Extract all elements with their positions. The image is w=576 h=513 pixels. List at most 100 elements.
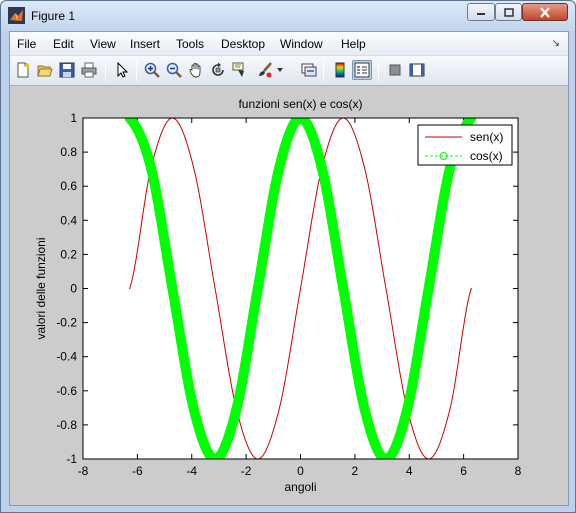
- y-tick-label: -0.4: [56, 350, 77, 364]
- link-plot-button[interactable]: [299, 60, 319, 80]
- data-point: [316, 162, 327, 173]
- print-button[interactable]: [79, 60, 99, 80]
- hide-plot-tools-icon: [389, 64, 401, 76]
- title-bar[interactable]: Figure 1: [1, 1, 575, 31]
- data-point: [274, 162, 285, 173]
- menu-desktop[interactable]: Desktop: [221, 37, 265, 51]
- x-tick-label: 6: [460, 464, 467, 478]
- hide-plot-tools-button[interactable]: [385, 60, 405, 80]
- figure-canvas: -8 -6 -4 -2 0 2 4 6 8 -1 -0.8 -0.6 -0.4 -0.2 0 0.2 0.4 0.…: [10, 87, 568, 505]
- menu-help[interactable]: Help: [341, 37, 366, 51]
- data-point: [402, 404, 413, 415]
- new-figure-button[interactable]: [13, 60, 33, 80]
- dropdown-arrow-icon: [277, 68, 283, 72]
- x-tick-label: 0: [297, 464, 304, 478]
- data-point: [214, 288, 216, 289]
- y-axis-label: valori delle funzioni: [34, 237, 48, 339]
- brush-dropdown-button[interactable]: [275, 60, 285, 80]
- y-tick-label: -0.6: [56, 384, 77, 398]
- close-icon: [540, 6, 550, 18]
- x-tick-label: 4: [406, 464, 413, 478]
- menu-insert[interactable]: Insert: [130, 37, 160, 51]
- menu-tools[interactable]: Tools: [176, 37, 204, 51]
- maximize-button[interactable]: [495, 3, 522, 21]
- y-tick-label: 1: [70, 111, 77, 125]
- matlab-logo-icon: [8, 7, 25, 24]
- data-point: [359, 404, 370, 415]
- plot-svg[interactable]: -8 -6 -4 -2 0 2 4 6 8 -1 -0.8 -0.6 -0.4 -0.2 0 0.2 0.4 0.…: [10, 87, 568, 505]
- pan-button[interactable]: [186, 60, 206, 80]
- close-button[interactable]: [522, 3, 568, 21]
- brush-button[interactable]: [255, 60, 275, 80]
- minimize-button[interactable]: [467, 3, 495, 21]
- data-point: [193, 167, 195, 169]
- data-point: [252, 283, 263, 294]
- insert-legend-button[interactable]: [352, 60, 372, 80]
- colorbar-icon: [335, 62, 345, 78]
- brush-icon: [259, 62, 272, 78]
- data-point: [338, 283, 349, 294]
- show-plot-tools-button[interactable]: [407, 60, 427, 80]
- window-title: Figure 1: [31, 9, 76, 23]
- open-file-icon: [37, 65, 53, 77]
- y-tick-label: 0.6: [60, 179, 77, 193]
- data-point: [470, 288, 472, 289]
- y-tick-label: 0.8: [60, 145, 77, 159]
- data-point: [385, 288, 387, 289]
- zoom-in-button[interactable]: [142, 60, 162, 80]
- legend-label: sen(x): [470, 130, 503, 144]
- insert-colorbar-button[interactable]: [330, 60, 350, 80]
- minimize-icon: [477, 13, 485, 15]
- x-tick-label: -6: [132, 464, 143, 478]
- toolbar-separator: [323, 61, 324, 81]
- pan-icon: [189, 63, 201, 78]
- legend-icon: [354, 62, 370, 78]
- chart-title: funzioni sen(x) e cos(x): [238, 97, 362, 111]
- legend-label: cos(x): [470, 149, 503, 163]
- data-point: [188, 404, 199, 415]
- save-button[interactable]: [57, 60, 77, 80]
- y-tick-label: 0.2: [60, 247, 77, 261]
- edit-plot-icon: [117, 62, 129, 78]
- x-tick-label: 2: [352, 464, 359, 478]
- toolbar-separator: [136, 61, 137, 81]
- x-tick-label: -2: [241, 464, 252, 478]
- y-tick-label: -0.2: [56, 316, 77, 330]
- data-point: [364, 167, 366, 169]
- toolbar-separator: [105, 61, 106, 81]
- data-point: [231, 404, 242, 415]
- x-axis-label: angoli: [284, 480, 316, 494]
- save-icon: [59, 62, 75, 78]
- dock-arrow-icon[interactable]: ↘: [552, 38, 560, 49]
- y-tick-label: 0.4: [60, 213, 77, 227]
- print-icon: [81, 62, 97, 78]
- figure-window: Figure 1 File Edit View Insert Tools Des…: [0, 0, 576, 513]
- maximize-icon: [503, 7, 514, 17]
- open-file-button[interactable]: [35, 60, 55, 80]
- menu-bar: File Edit View Insert Tools Desktop Wind…: [10, 32, 568, 56]
- data-cursor-button[interactable]: [230, 60, 250, 80]
- data-point: [300, 288, 301, 289]
- x-tick-label: -8: [78, 464, 89, 478]
- figure-client-area: File Edit View Insert Tools Desktop Wind…: [9, 31, 569, 506]
- rotate-3d-icon: [212, 62, 224, 76]
- zoom-out-button[interactable]: [164, 60, 184, 80]
- x-tick-label: -4: [186, 464, 197, 478]
- y-tick-label: -1: [66, 452, 77, 466]
- menu-file[interactable]: File: [17, 37, 36, 51]
- menu-window[interactable]: Window: [280, 37, 323, 51]
- menu-edit[interactable]: Edit: [53, 37, 74, 51]
- rotate-3d-button[interactable]: [208, 60, 228, 80]
- menu-view[interactable]: View: [90, 37, 116, 51]
- data-point: [167, 283, 178, 294]
- data-point: [449, 408, 451, 410]
- new-figure-icon: [17, 62, 29, 78]
- zoom-in-icon: [144, 62, 160, 78]
- figure-toolbar: [10, 56, 568, 86]
- data-point: [146, 162, 157, 173]
- edit-plot-button[interactable]: [112, 60, 132, 80]
- link-plot-icon: [301, 63, 317, 77]
- zoom-out-icon: [166, 62, 182, 78]
- y-tick-label: -0.8: [56, 418, 77, 432]
- data-point: [278, 408, 280, 410]
